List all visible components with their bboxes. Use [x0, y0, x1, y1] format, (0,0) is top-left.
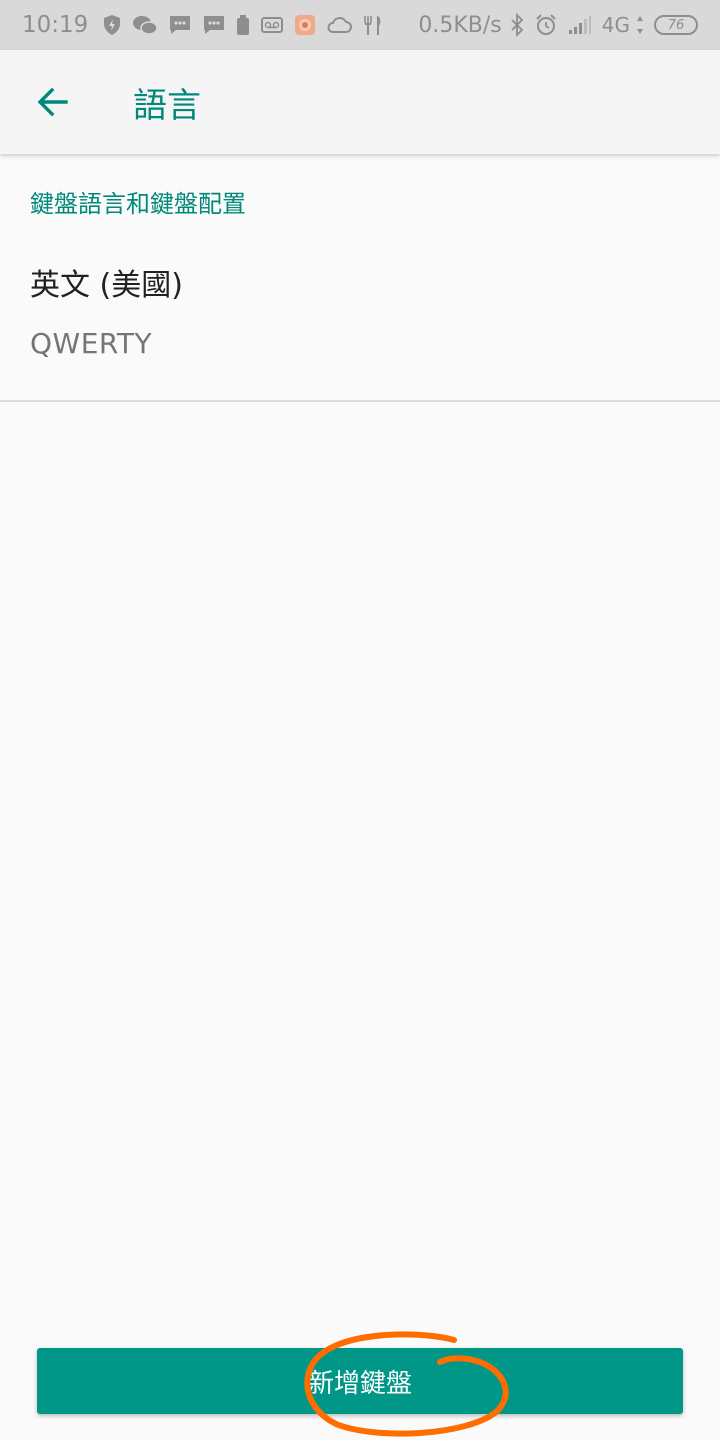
shield-icon: [102, 14, 122, 36]
net-speed: 0.5KB/s: [418, 12, 502, 38]
keyboard-layout: QWERTY: [30, 327, 153, 360]
status-left: 10:19: [22, 12, 394, 38]
status-time: 10:19: [22, 12, 89, 38]
data-arrows-icon: [636, 15, 644, 35]
screen: 10:19 0.5KB/s 4G 76 語言 鍵盤語言和鍵盤配置 英文 (美國)…: [0, 0, 720, 1440]
network-type: 4G: [601, 13, 630, 37]
voicemail-icon: [260, 15, 284, 35]
page-title: 語言: [133, 85, 201, 126]
keyboard-list-item[interactable]: 英文 (美國) QWERTY: [0, 230, 720, 400]
signal-icon: [568, 15, 592, 35]
keyboard-language: 英文 (美國): [30, 268, 183, 303]
battery-icon: 76: [654, 15, 698, 35]
alarm-icon: [534, 13, 558, 37]
app-bar: 語言: [0, 50, 720, 154]
status-bar: 10:19 0.5KB/s 4G 76: [0, 0, 720, 50]
bluetooth-icon: [510, 13, 524, 37]
message-icon-2: [202, 14, 226, 36]
status-right: 0.5KB/s 4G 76: [418, 13, 698, 38]
add-keyboard-button[interactable]: 新增鍵盤: [37, 1348, 683, 1414]
battery-saver-icon: [236, 14, 250, 36]
restaurant-icon: [362, 14, 384, 36]
message-icon: [168, 14, 192, 36]
wechat-icon: [132, 14, 159, 36]
cloud-icon: [326, 15, 353, 35]
app-notification-icon: [294, 14, 316, 36]
arrow-back-icon: [37, 87, 68, 117]
back-button[interactable]: [0, 50, 104, 154]
divider: [0, 400, 720, 402]
section-header: 鍵盤語言和鍵盤配置: [30, 190, 246, 218]
